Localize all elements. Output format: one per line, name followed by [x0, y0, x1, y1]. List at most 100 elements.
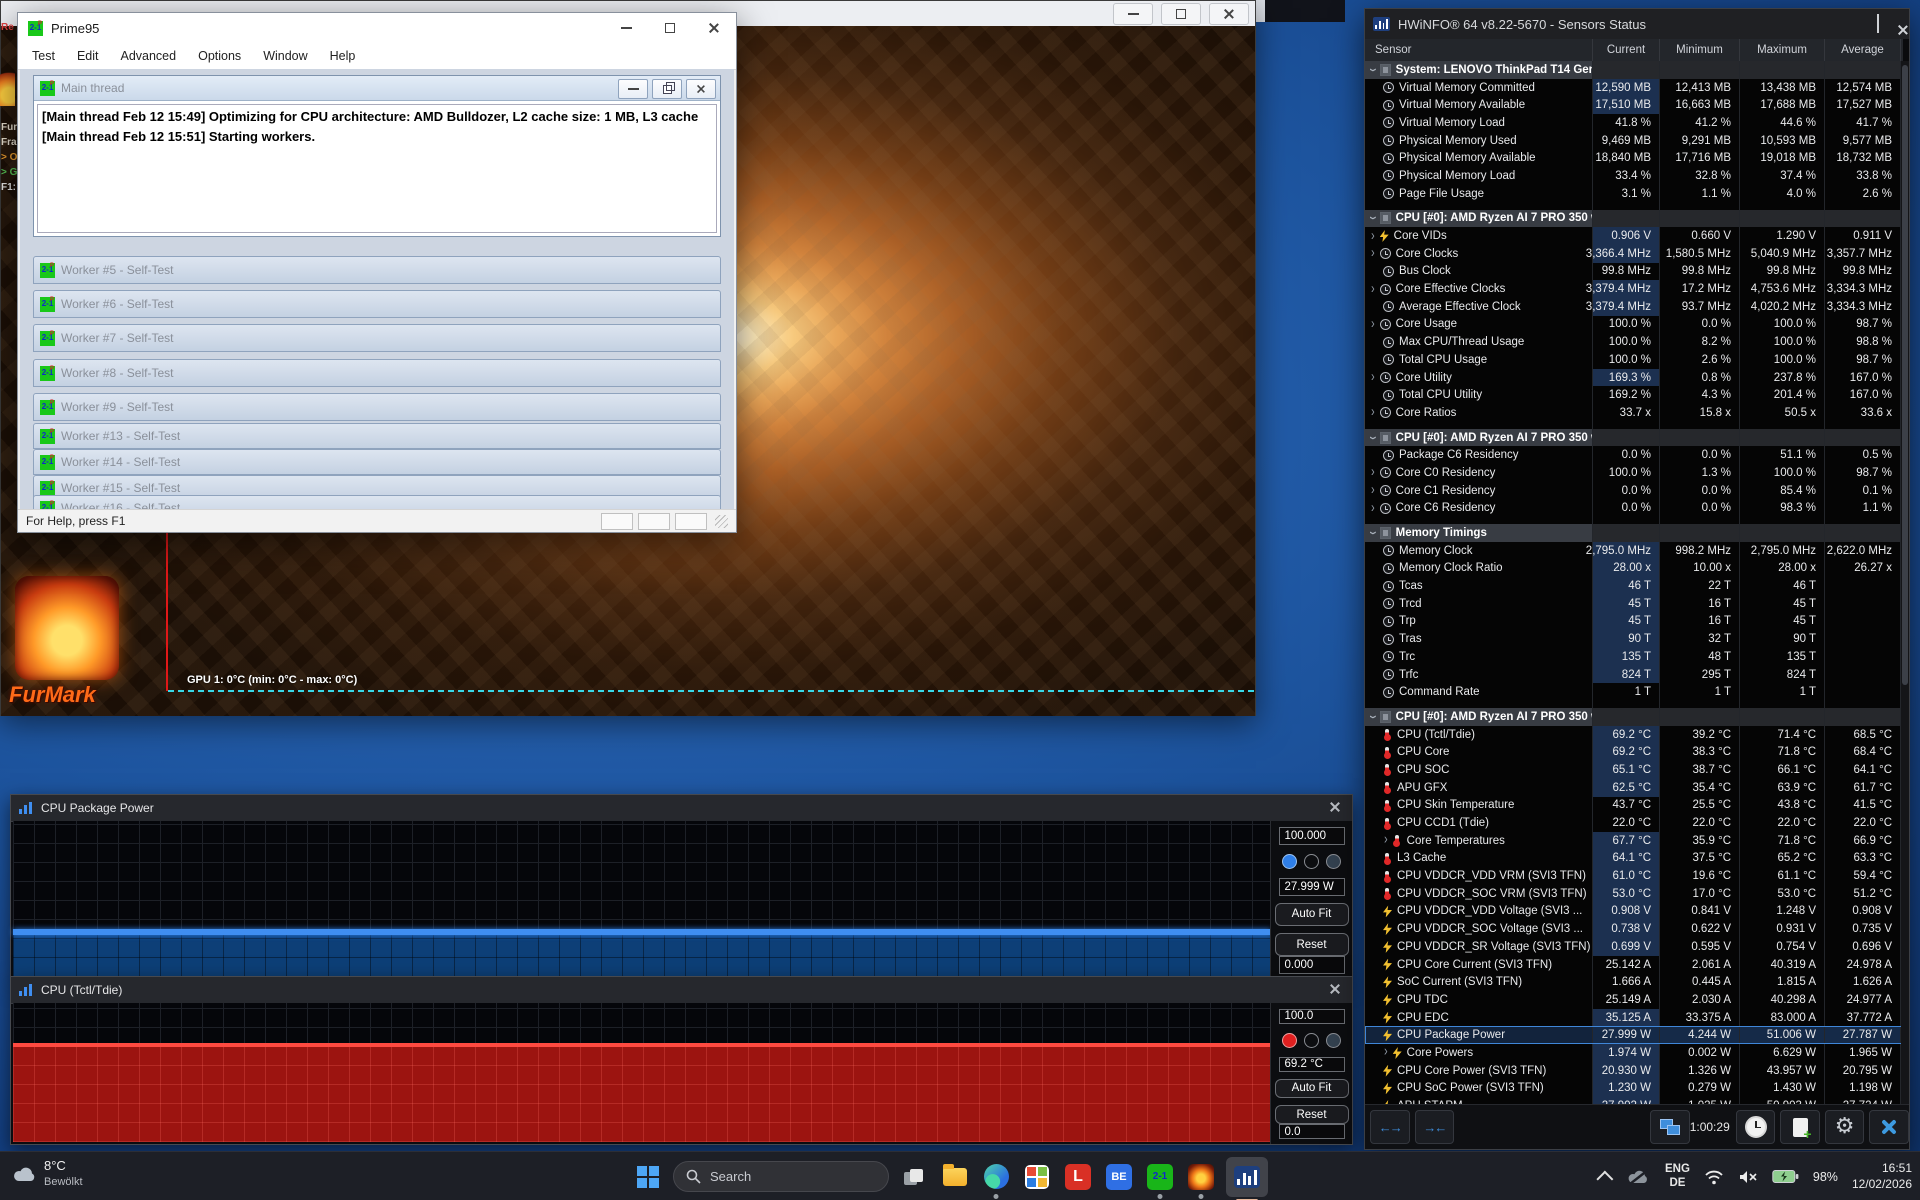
graph1-radio-2[interactable]	[1304, 854, 1319, 869]
sensor-row-core-vids[interactable]: ›Core VIDs0.906 V0.660 V1.290 V0.911 V	[1365, 227, 1903, 245]
worker-window-worker-8[interactable]: P2-1Worker #8 - Self-Test	[33, 359, 721, 387]
menu-window[interactable]: Window	[263, 49, 307, 63]
sensor-row-total-cpu-utility[interactable]: Total CPU Utility169.2 %4.3 %201.4 %167.…	[1365, 386, 1903, 404]
wifi-icon[interactable]	[1704, 1169, 1724, 1185]
expand-chevron-icon[interactable]: ›	[1371, 282, 1375, 296]
sensor-row-cpu-core[interactable]: CPU Core69.2 °C38.3 °C71.8 °C68.4 °C	[1365, 743, 1903, 761]
graph1-max-input[interactable]: 100.000	[1279, 827, 1345, 845]
expand-chevron-icon[interactable]: ›	[1371, 466, 1375, 480]
sensor-row-cpu-vddcr-soc-vrm-svi3-tfn[interactable]: CPU VDDCR_SOC VRM (SVI3 TFN)53.0 °C17.0 …	[1365, 885, 1903, 903]
sensor-row-cpu-vddcr-vdd-voltage-svi3[interactable]: CPU VDDCR_VDD Voltage (SVI3 ...0.908 V0.…	[1365, 903, 1903, 921]
sensor-row-cpu-skin-temperature[interactable]: CPU Skin Temperature43.7 °C25.5 °C43.8 °…	[1365, 797, 1903, 815]
graph1-current-value[interactable]: 27.999 W	[1279, 878, 1345, 896]
sensor-row-physical-memory-load[interactable]: Physical Memory Load33.4 %32.8 %37.4 %33…	[1365, 167, 1903, 185]
sensor-row-total-cpu-usage[interactable]: Total CPU Usage100.0 %2.6 %100.0 %98.7 %	[1365, 351, 1903, 369]
graph1-auto-fit-button[interactable]: Auto Fit	[1275, 903, 1349, 926]
collapse-all-button[interactable]: →←	[1415, 1110, 1455, 1144]
main-thread-restore-button[interactable]	[652, 79, 682, 99]
sensor-row-virtual-memory-available[interactable]: Virtual Memory Available17,510 MB16,663 …	[1365, 96, 1903, 114]
sensor-row-core-usage[interactable]: ›Core Usage100.0 %0.0 %100.0 %98.7 %	[1365, 316, 1903, 334]
sensor-row-trc[interactable]: Trc135 T48 T135 T	[1365, 648, 1903, 666]
graph2-titlebar[interactable]: CPU (Tctl/Tdie)	[11, 977, 1352, 1004]
sensor-row-cpu-edc[interactable]: CPU EDC35.125 A33.375 A83.000 A37.772 A	[1365, 1009, 1903, 1027]
report-button[interactable]	[1780, 1110, 1820, 1144]
sensor-row-max-cpu-thread-usage[interactable]: Max CPU/Thread Usage100.0 %8.2 %100.0 %9…	[1365, 333, 1903, 351]
graph1-radio-series[interactable]	[1282, 854, 1297, 869]
sensor-row-physical-memory-available[interactable]: Physical Memory Available18,840 MB17,716…	[1365, 149, 1903, 167]
sensor-row-physical-memory-used[interactable]: Physical Memory Used9,469 MB9,291 MB10,5…	[1365, 132, 1903, 150]
main-thread-close-button[interactable]	[686, 79, 716, 99]
expand-chevron-icon[interactable]: ›	[1371, 370, 1375, 384]
sensor-row-tcas[interactable]: Tcas46 T22 T46 T	[1365, 577, 1903, 595]
settings-button[interactable]: ⚙	[1825, 1110, 1865, 1144]
start-button[interactable]	[632, 1161, 664, 1193]
main-thread-minimize-button[interactable]	[618, 79, 648, 99]
column-minimum[interactable]: Minimum	[1660, 39, 1740, 61]
sensor-row-core-ratios[interactable]: ›Core Ratios33.7 x15.8 x50.5 x33.6 x	[1365, 404, 1903, 422]
sensor-row-virtual-memory-load[interactable]: Virtual Memory Load41.8 %41.2 %44.6 %41.…	[1365, 114, 1903, 132]
resize-grip[interactable]	[715, 515, 728, 528]
prime95-taskbar-button[interactable]: 2-1	[1144, 1161, 1176, 1193]
graph1-reset-button[interactable]: Reset	[1275, 933, 1349, 956]
graph2-current-value[interactable]: 69.2 °C	[1279, 1057, 1345, 1072]
main-thread-titlebar[interactable]: P2-1 Main thread	[34, 76, 720, 101]
expand-chevron-icon[interactable]: ›	[1371, 229, 1375, 243]
sensor-row-trcd[interactable]: Trcd45 T16 T45 T	[1365, 595, 1903, 613]
expand-chevron-icon[interactable]: ›	[1371, 247, 1375, 261]
worker-window-worker-14[interactable]: P2-1Worker #14 - Self-Test	[33, 449, 721, 475]
sensor-row-cpu-tctl-tdie[interactable]: CPU (Tctl/Tdie)69.2 °C39.2 °C71.4 °C68.5…	[1365, 726, 1903, 744]
expand-chevron-icon[interactable]: ›	[1371, 317, 1375, 331]
taskbar-clock[interactable]: 16:51 12/02/2026	[1852, 1161, 1912, 1192]
sensor-row-cpu-core-power-svi3-tfn[interactable]: CPU Core Power (SVI3 TFN)20.930 W1.326 W…	[1365, 1062, 1903, 1080]
sensor-row-cpu-vddcr-sr-voltage-svi3-tfn[interactable]: CPU VDDCR_SR Voltage (SVI3 TFN)0.699 V0.…	[1365, 938, 1903, 956]
sensor-row-cpu-core-current-svi3-tfn[interactable]: CPU Core Current (SVI3 TFN)25.142 A2.061…	[1365, 956, 1903, 974]
remote-monitoring-button[interactable]	[1650, 1110, 1690, 1144]
hwinfo-exit-button[interactable]	[1869, 1110, 1909, 1144]
sensor-row-bus-clock[interactable]: Bus Clock99.8 MHz99.8 MHz99.8 MHz99.8 MH…	[1365, 263, 1903, 281]
worker-window-worker-16[interactable]: P2-1Worker #16 - Self-Test	[33, 495, 721, 509]
expand-all-button[interactable]: ←→	[1370, 1110, 1410, 1144]
main-thread-window[interactable]: P2-1 Main thread [Main thread Feb 12 15:…	[33, 75, 721, 237]
worker-window-worker-7[interactable]: P2-1Worker #7 - Self-Test	[33, 324, 721, 352]
sensor-row-trp[interactable]: Trp45 T16 T45 T	[1365, 613, 1903, 631]
prime95-titlebar[interactable]: P2-1 Prime95	[18, 13, 736, 43]
expand-chevron-icon[interactable]: ›	[1371, 484, 1375, 498]
graph2-auto-fit-button[interactable]: Auto Fit	[1275, 1079, 1349, 1098]
menu-options[interactable]: Options	[198, 49, 241, 63]
column-current[interactable]: Current	[1593, 39, 1660, 61]
expand-chevron-icon[interactable]: ›	[1384, 1046, 1388, 1060]
expand-chevron-icon[interactable]: ›	[1371, 501, 1375, 515]
sensor-row-soc-current-svi3-tfn[interactable]: SoC Current (SVI3 TFN)1.666 A0.445 A1.81…	[1365, 973, 1903, 991]
graph2-close-button[interactable]	[1328, 982, 1344, 998]
file-explorer-button[interactable]	[939, 1161, 971, 1193]
prime95-close-button[interactable]	[692, 13, 736, 43]
graph2-min-input[interactable]: 0.0	[1279, 1124, 1345, 1139]
sensor-row-core-temperatures[interactable]: ›Core Temperatures67.7 °C35.9 °C71.8 °C6…	[1365, 832, 1903, 850]
edge-browser-button[interactable]	[980, 1161, 1012, 1193]
app-l-button[interactable]: L	[1062, 1161, 1094, 1193]
sensor-row-memory-clock-ratio[interactable]: Memory Clock Ratio28.00 x10.00 x28.00 x2…	[1365, 560, 1903, 578]
section-header-cpu-0-amd-ryzen-ai-7-pro-350-w-radeon-860m[interactable]: ›CPU [#0]: AMD Ryzen AI 7 PRO 350 w/ Rad…	[1365, 210, 1903, 228]
column-average[interactable]: Average	[1825, 39, 1901, 61]
expand-chevron-icon[interactable]: ›	[1371, 406, 1375, 420]
sensor-row-core-c0-residency[interactable]: ›Core C0 Residency100.0 %1.3 %100.0 %98.…	[1365, 464, 1903, 482]
prime95-maximize-button[interactable]	[648, 13, 692, 43]
menu-advanced[interactable]: Advanced	[120, 49, 176, 63]
sensor-row-package-c6-residency[interactable]: Package C6 Residency0.0 %0.0 %51.1 %0.5 …	[1365, 446, 1903, 464]
sensor-row-core-powers[interactable]: ›Core Powers1.974 W0.002 W6.629 W1.965 W	[1365, 1044, 1903, 1062]
graph2-radio-3[interactable]	[1326, 1033, 1341, 1048]
taskbar-weather-widget[interactable]: 8°C Bewölkt	[12, 1158, 83, 1189]
battery-charging-icon[interactable]	[1772, 1169, 1799, 1184]
hwinfo-titlebar[interactable]: HWiNFO® 64 v8.22-5670 - Sensors Status	[1365, 9, 1909, 39]
chevron-down-icon[interactable]: ›	[1365, 715, 1381, 719]
clock-button[interactable]	[1736, 1110, 1776, 1144]
volume-muted-icon[interactable]	[1738, 1169, 1758, 1185]
sensor-row-cpu-tdc[interactable]: CPU TDC25.149 A2.030 A40.298 A24.977 A	[1365, 991, 1903, 1009]
sensor-row-l3-cache[interactable]: L3 Cache64.1 °C37.5 °C65.2 °C63.3 °C	[1365, 850, 1903, 868]
furmark-taskbar-button[interactable]	[1185, 1161, 1217, 1193]
sensor-row-command-rate[interactable]: Command Rate1 T1 T1 T	[1365, 683, 1903, 701]
column-maximum[interactable]: Maximum	[1740, 39, 1825, 61]
graph1-titlebar[interactable]: CPU Package Power	[11, 795, 1352, 822]
sensor-row-core-clocks[interactable]: ›Core Clocks3,366.4 MHz1,580.5 MHz5,040.…	[1365, 245, 1903, 263]
chevron-down-icon[interactable]: ›	[1365, 68, 1381, 72]
